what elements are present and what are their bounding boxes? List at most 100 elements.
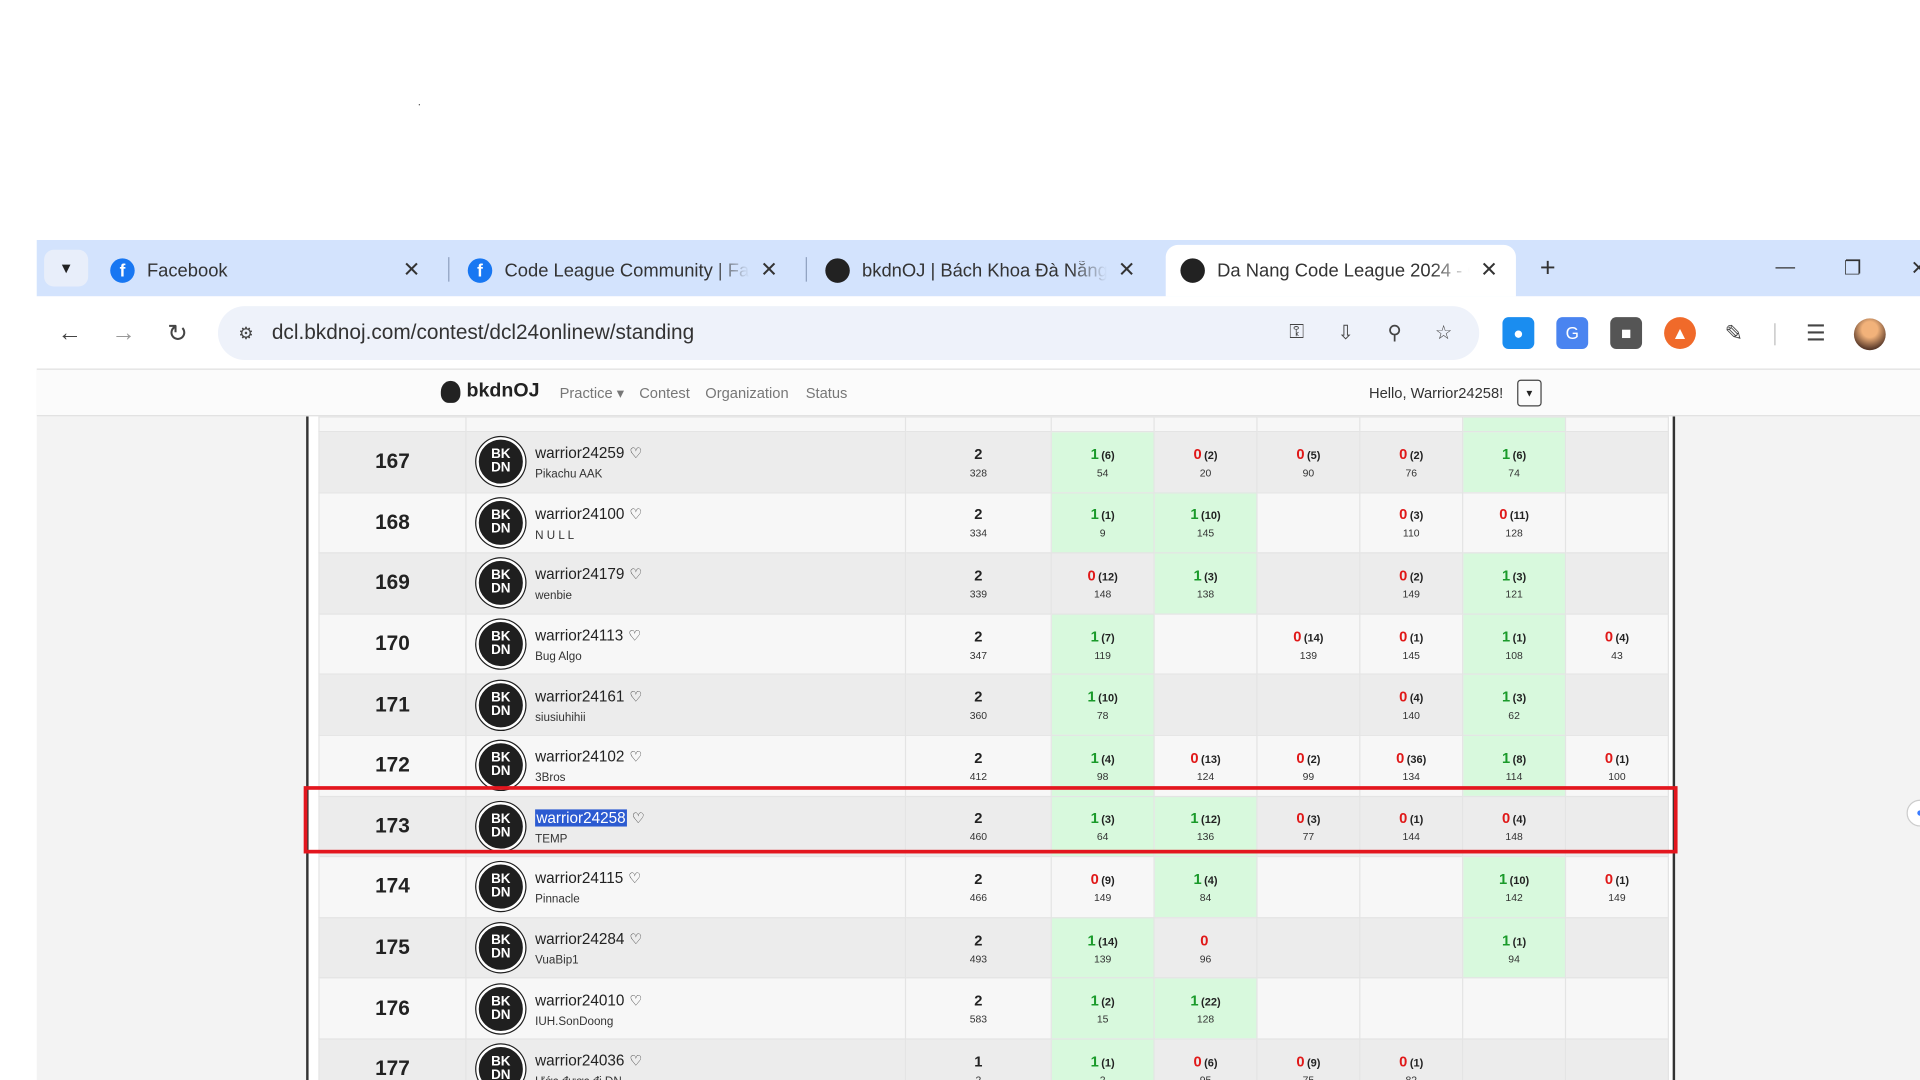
username-link[interactable]: warrior24102	[535, 748, 624, 765]
problem-result-cell[interactable]: 1 (2) 15	[1050, 977, 1155, 1040]
robot-extension-icon[interactable]: ■	[1610, 317, 1643, 349]
problem-result-cell[interactable]: 1 (10) 78	[1050, 673, 1155, 736]
username-link[interactable]: warrior24036	[535, 1052, 624, 1069]
heart-icon[interactable]: ♡	[629, 445, 642, 462]
username-link[interactable]: warrior24259	[535, 445, 624, 462]
problem-result-cell[interactable]	[1564, 1038, 1669, 1080]
problem-result-cell[interactable]	[1564, 431, 1669, 493]
extensions-puzzle-icon[interactable]: ✎	[1718, 317, 1750, 349]
nav-status[interactable]: Status	[806, 384, 848, 401]
problem-result-cell[interactable]: 0 (4) 140	[1359, 673, 1464, 736]
problem-result-cell[interactable]: 0 (3) 77	[1256, 795, 1361, 858]
table-row[interactable]: 174 BK DN warrior24115 ♡ Pinnacle 2 466 0 (9) 149 1…	[318, 856, 1669, 919]
problem-result-cell[interactable]: 1 (3) 64	[1050, 795, 1155, 858]
problem-result-cell[interactable]: 1 (6) 54	[1050, 431, 1155, 493]
problem-result-cell[interactable]	[1359, 916, 1464, 979]
problem-result-cell[interactable]: 0 (1) 100	[1564, 734, 1669, 797]
site-info-icon[interactable]: ⚙	[233, 320, 260, 347]
tab-code-league-community[interactable]: f Code League Community | Face ✕	[453, 245, 796, 296]
problem-result-cell[interactable]: 0 (9) 75	[1256, 1038, 1361, 1080]
user-menu-dropdown[interactable]: ▼	[1517, 379, 1542, 407]
problem-result-cell[interactable]: 1 (3) 138	[1153, 552, 1258, 615]
heart-icon[interactable]: ♡	[629, 991, 642, 1008]
table-row[interactable]: 170 BK DN warrior24113 ♡ Bug Algo 2 347 1 (7) 119 0…	[318, 613, 1669, 676]
problem-result-cell[interactable]: 1 (3) 121	[1462, 552, 1567, 615]
heart-icon[interactable]: ♡	[632, 809, 645, 826]
nav-practice[interactable]: Practice ▾	[560, 384, 625, 401]
problem-result-cell[interactable]: 1 (1) 94	[1462, 916, 1567, 979]
problem-result-cell[interactable]	[1256, 552, 1361, 615]
profile-avatar[interactable]	[1853, 318, 1886, 351]
problem-result-cell[interactable]: 1 (1) 2	[1050, 1038, 1155, 1080]
problem-result-cell[interactable]: 0 (1) 82	[1359, 1038, 1464, 1080]
problem-result-cell[interactable]: 1 (12) 136	[1153, 795, 1258, 858]
username-link[interactable]: warrior24284	[535, 931, 624, 948]
problem-result-cell[interactable]: 0 (1) 149	[1564, 856, 1669, 919]
close-icon[interactable]: ✕	[399, 258, 423, 282]
problem-result-cell[interactable]: 0 (1) 144	[1359, 795, 1464, 858]
problem-result-cell[interactable]: 0 (14) 139	[1256, 613, 1361, 676]
nav-organization[interactable]: Organization	[705, 384, 788, 401]
tab-facebook[interactable]: f Facebook ✕	[96, 245, 439, 296]
heart-icon[interactable]: ♡	[629, 931, 642, 948]
problem-result-cell[interactable]	[1564, 795, 1669, 858]
problem-result-cell[interactable]: 1 (1) 9	[1050, 491, 1155, 554]
problem-result-cell[interactable]: 1 (1) 108	[1462, 613, 1567, 676]
restore-button[interactable]: ❐	[1834, 250, 1871, 287]
username-link[interactable]: warrior24161	[535, 688, 624, 705]
problem-result-cell[interactable]	[1462, 977, 1567, 1040]
problem-result-cell[interactable]	[1256, 673, 1361, 736]
problem-result-cell[interactable]	[1564, 673, 1669, 736]
problem-result-cell[interactable]: 0 (6) 95	[1153, 1038, 1258, 1080]
problem-result-cell[interactable]	[1564, 491, 1669, 554]
problem-result-cell[interactable]: 0 (13) 124	[1153, 734, 1258, 797]
problem-result-cell[interactable]	[1564, 552, 1669, 615]
table-row[interactable]: 173 BK DN warrior24258 ♡ TEMP 2 460 1 (3) 64 1 (12) 1…	[318, 795, 1669, 858]
username-link[interactable]: warrior24179	[535, 566, 624, 583]
problem-result-cell[interactable]	[1256, 491, 1361, 554]
problem-result-cell[interactable]: 0 (2) 20	[1153, 431, 1258, 493]
fire-extension-icon[interactable]: ▲	[1664, 317, 1696, 349]
table-row[interactable]: 168 BK DN warrior24100 ♡ N U L L 2 334 1 (1) 9 1 (10…	[318, 491, 1669, 554]
problem-result-cell[interactable]: 0 (2) 99	[1256, 734, 1361, 797]
problem-result-cell[interactable]: 1 (4) 98	[1050, 734, 1155, 797]
problem-result-cell[interactable]	[1256, 916, 1361, 979]
table-row[interactable]: 172 BK DN warrior24102 ♡ 3Bros 2 412 1 (4) 98 0 (13)…	[318, 734, 1669, 797]
heart-icon[interactable]: ♡	[628, 627, 641, 644]
problem-result-cell[interactable]: 0 (2) 149	[1359, 552, 1464, 615]
problem-result-cell[interactable]: 0 (2) 76	[1359, 431, 1464, 493]
problem-result-cell[interactable]: 1 (8) 114	[1462, 734, 1567, 797]
table-row[interactable]: 176 BK DN warrior24010 ♡ IUH.SonDoong 2 583 1 (2)…	[318, 977, 1669, 1040]
new-tab-button[interactable]: +	[1529, 250, 1566, 287]
table-row[interactable]: 177BKDNwarrior24036♡Ước được đi ĐN121(1)…	[318, 1038, 1669, 1080]
problem-result-cell[interactable]: 1 (7) 119	[1050, 613, 1155, 676]
nav-contest[interactable]: Contest	[639, 384, 690, 401]
problem-result-cell[interactable]	[1153, 673, 1258, 736]
minimize-button[interactable]: —	[1767, 250, 1804, 287]
google-translate-extension-icon[interactable]: G	[1556, 317, 1589, 349]
problem-result-cell[interactable]	[1564, 916, 1669, 979]
heart-icon[interactable]: ♡	[629, 1052, 642, 1069]
heart-icon[interactable]: ♡	[629, 748, 642, 765]
media-queue-icon[interactable]: ☰	[1800, 317, 1832, 349]
problem-result-cell[interactable]: 0 (36) 134	[1359, 734, 1464, 797]
problem-result-cell[interactable]: 1 (10) 145	[1153, 491, 1258, 554]
password-key-icon[interactable]: ⚿	[1283, 320, 1310, 347]
problem-result-cell[interactable]: 0 (1) 145	[1359, 613, 1464, 676]
table-row[interactable]: 175 BK DN warrior24284 ♡ VuaBip1 2 493 1 (14) 139 0…	[318, 916, 1669, 979]
back-button[interactable]: ←	[51, 315, 88, 352]
water-drop-extension-icon[interactable]: ●	[1502, 317, 1535, 349]
problem-result-cell[interactable]	[1256, 977, 1361, 1040]
problem-result-cell[interactable]	[1256, 856, 1361, 919]
tab-da-nang-code-league[interactable]: Da Nang Code League 2024 - C ✕	[1165, 244, 1516, 297]
problem-result-cell[interactable]: 0 (5) 90	[1256, 431, 1361, 493]
heart-icon[interactable]: ♡	[628, 870, 641, 887]
close-icon[interactable]: ✕	[1114, 258, 1138, 282]
close-window-button[interactable]: ✕	[1900, 250, 1920, 287]
heart-icon[interactable]: ♡	[629, 566, 642, 583]
table-row[interactable]: 171 BK DN warrior24161 ♡ siusiuhihii 2 360 1 (10)…	[318, 673, 1669, 736]
site-brand[interactable]: bkdnOJ	[440, 380, 539, 403]
problem-result-cell[interactable]: 0 96	[1153, 916, 1258, 979]
url-text[interactable]: dcl.bkdnoj.com/contest/dcl24onlinew/stan…	[272, 321, 694, 345]
heart-icon[interactable]: ♡	[629, 688, 642, 705]
